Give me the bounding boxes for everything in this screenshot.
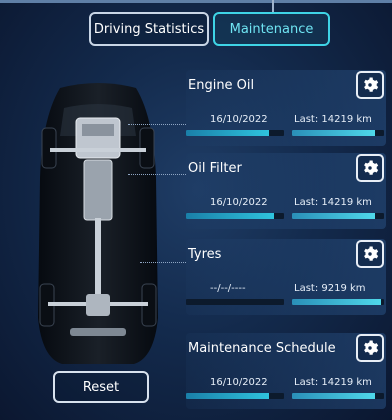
maintenance-card-oil-filter: Oil Filter 16/10/2022 Last: 14219 km	[186, 153, 386, 229]
km-progress-bar	[292, 393, 384, 399]
card-title: Maintenance Schedule	[188, 341, 336, 356]
date-progress-bar	[186, 299, 284, 305]
date-progress-bar	[186, 393, 284, 399]
gear-icon	[364, 77, 379, 92]
gear-icon	[364, 340, 379, 355]
date-progress-bar	[186, 130, 284, 136]
schedule-settings-button[interactable]	[356, 334, 384, 362]
last-service-date: 16/10/2022	[210, 114, 268, 125]
maintenance-screen: Driving Statistics Maintenance Engine Oi…	[0, 0, 392, 420]
last-service-date: 16/10/2022	[210, 377, 268, 388]
reset-button-label: Reset	[82, 379, 120, 395]
tab-driving-statistics-label: Driving Statistics	[93, 21, 205, 37]
leader-oil-filter	[128, 174, 186, 175]
maintenance-card-tyres: Tyres --/--/---- Last: 9219 km	[186, 239, 386, 315]
top-divider	[0, 0, 392, 3]
date-progress-bar	[186, 213, 284, 219]
leader-tyres	[140, 262, 186, 263]
top-notch	[272, 0, 274, 12]
last-service-km: Last: 9219 km	[294, 283, 366, 294]
last-service-km: Last: 14219 km	[294, 377, 372, 388]
km-progress-bar	[292, 213, 384, 219]
tab-driving-statistics[interactable]: Driving Statistics	[89, 12, 209, 46]
km-progress-bar	[292, 299, 384, 305]
last-service-km: Last: 14219 km	[294, 197, 372, 208]
oil-filter-settings-button[interactable]	[356, 154, 384, 182]
tyres-settings-button[interactable]	[356, 240, 384, 268]
reset-button[interactable]: Reset	[53, 371, 149, 403]
last-service-km: Last: 14219 km	[294, 114, 372, 125]
card-title: Oil Filter	[188, 161, 242, 176]
leader-engine-oil	[128, 124, 186, 125]
last-service-date: 16/10/2022	[210, 197, 268, 208]
maintenance-card-schedule: Maintenance Schedule 16/10/2022 Last: 14…	[186, 333, 386, 409]
maintenance-card-engine-oil: Engine Oil 16/10/2022 Last: 14219 km	[186, 70, 386, 146]
engine-oil-settings-button[interactable]	[356, 71, 384, 99]
car-chassis-image	[38, 83, 158, 364]
tab-maintenance[interactable]: Maintenance	[213, 12, 330, 46]
gear-icon	[364, 160, 379, 175]
gear-icon	[364, 246, 379, 261]
card-title: Tyres	[188, 247, 222, 262]
last-service-date: --/--/----	[210, 283, 246, 294]
tab-maintenance-label: Maintenance	[229, 21, 314, 37]
card-title: Engine Oil	[188, 78, 255, 93]
km-progress-bar	[292, 130, 384, 136]
